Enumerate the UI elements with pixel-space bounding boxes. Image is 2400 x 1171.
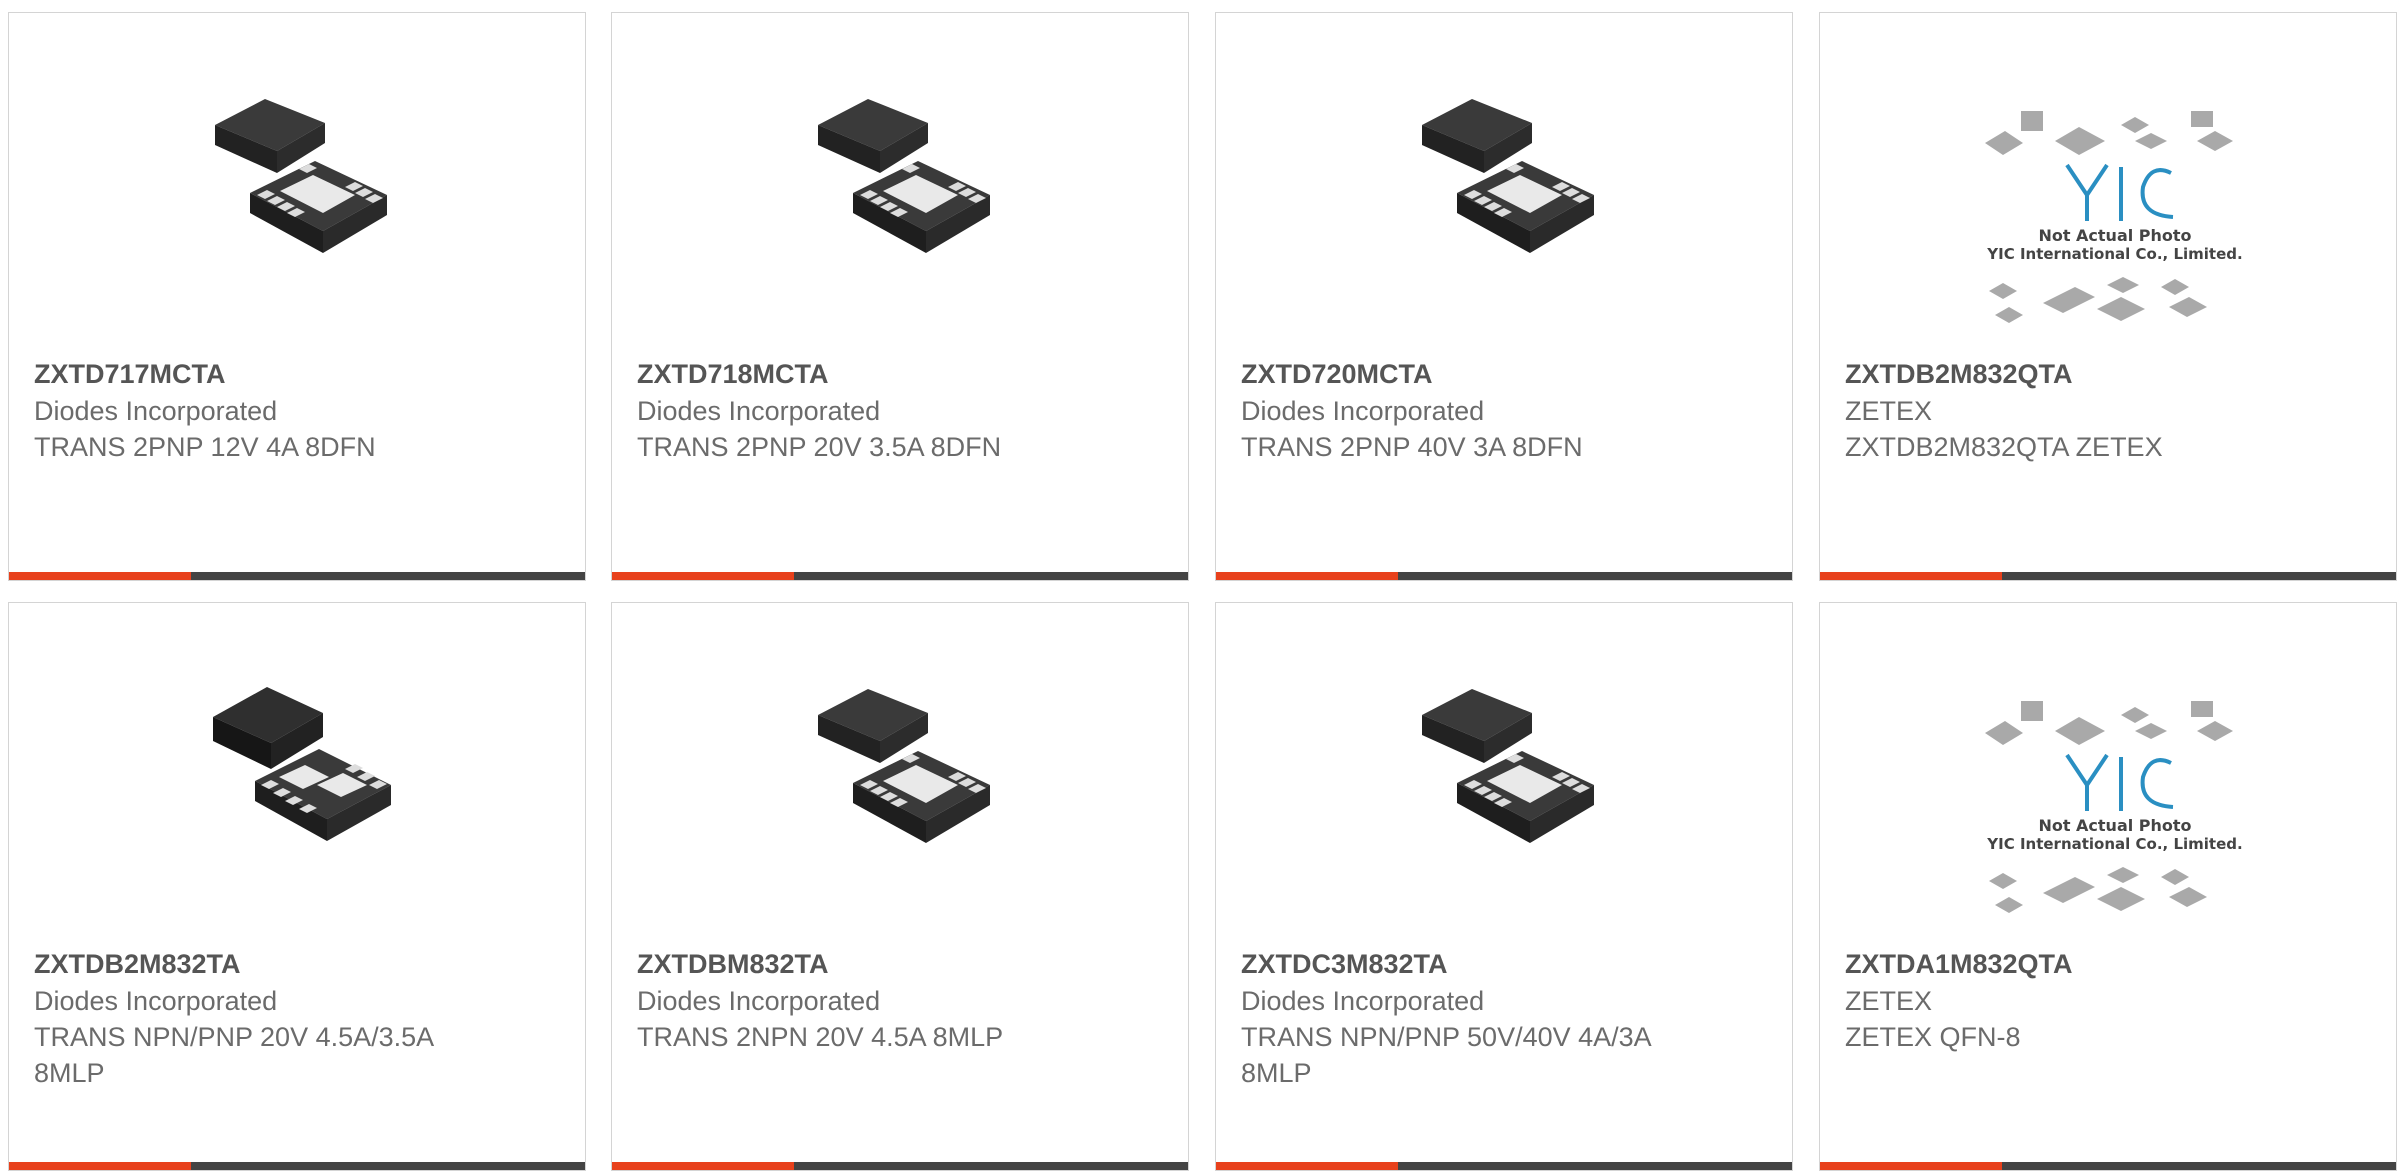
placeholder-photo-icon: Not Actual Photo YIC International Co., …	[1985, 701, 2243, 913]
product-card[interactable]: ZXTDBM832TA Diodes Incorporated TRANS 2NPN…	[611, 602, 1189, 1171]
product-image[interactable]	[1216, 13, 1792, 343]
card-accent-bar	[612, 1162, 794, 1170]
description: TRANS 2PNP 20V 3.5A 8DFN	[637, 432, 1002, 462]
card-bottom-bar	[1216, 572, 1792, 580]
manufacturer: ZETEX	[1845, 986, 1933, 1016]
dfn-package-icon	[1422, 99, 1594, 253]
description: TRANS NPN/PNP 20V 4.5A/3.5A 8MLP	[34, 1022, 433, 1088]
part-number[interactable]: ZXTD717MCTA	[34, 355, 560, 393]
dfn-package-icon	[215, 99, 387, 253]
product-info: ZXTDA1M832QTA ZETEX ZETEX QFN-8	[1845, 945, 2371, 1055]
mlp-package-icon	[213, 687, 391, 841]
card-accent-bar	[9, 572, 191, 580]
manufacturer: Diodes Incorporated	[637, 396, 881, 426]
product-card[interactable]: ZXTD720MCTA Diodes Incorporated TRANS 2PNP…	[1215, 12, 1793, 581]
part-number[interactable]: ZXTDC3M832TA	[1241, 945, 1767, 983]
product-image[interactable]: Not Actual Photo YIC International Co., …	[1820, 603, 2396, 933]
part-number[interactable]: ZXTD720MCTA	[1241, 355, 1767, 393]
manufacturer: Diodes Incorporated	[1241, 986, 1485, 1016]
dfn-package-icon	[818, 689, 990, 843]
manufacturer: Diodes Incorporated	[34, 986, 278, 1016]
part-number[interactable]: ZXTD718MCTA	[637, 355, 1163, 393]
description: TRANS NPN/PNP 50V/40V 4A/3A 8MLP	[1241, 1022, 1651, 1088]
product-info: ZXTD718MCTA Diodes Incorporated TRANS 2PNP…	[637, 355, 1163, 465]
manufacturer: Diodes Incorporated	[637, 986, 881, 1016]
card-bottom-bar	[612, 572, 1188, 580]
product-image[interactable]	[9, 603, 585, 933]
placeholder-photo-icon: Not Actual Photo YIC International Co., …	[1985, 111, 2243, 323]
product-card[interactable]: ZXTD718MCTA Diodes Incorporated TRANS 2PNP…	[611, 12, 1189, 581]
card-bottom-bar	[9, 1162, 585, 1170]
part-number[interactable]: ZXTDBM832TA	[637, 945, 1163, 983]
card-accent-bar	[1216, 1162, 1398, 1170]
product-image[interactable]	[612, 13, 1188, 343]
manufacturer: Diodes Incorporated	[1241, 396, 1485, 426]
card-bottom-bar	[1216, 1162, 1792, 1170]
product-card[interactable]: ZXTD717MCTA Diodes Incorporated TRANS 2PNP…	[8, 12, 586, 581]
product-card[interactable]: ZXTDB2M832TA Diodes Incorporated TRANS NPN…	[8, 602, 586, 1171]
part-number[interactable]: ZXTDB2M832QTA	[1845, 355, 2371, 393]
placeholder-caption-line2: YIC International Co., Limited.	[1986, 245, 2242, 263]
product-image[interactable]	[612, 603, 1188, 933]
card-accent-bar	[1820, 572, 2002, 580]
product-info: ZXTD720MCTA Diodes Incorporated TRANS 2PNP…	[1241, 355, 1767, 465]
manufacturer: Diodes Incorporated	[34, 396, 278, 426]
part-number[interactable]: ZXTDB2M832TA	[34, 945, 560, 983]
product-card[interactable]: Not Actual Photo YIC International Co., …	[1819, 12, 2397, 581]
card-bottom-bar	[1820, 572, 2396, 580]
product-image[interactable]	[9, 13, 585, 343]
product-card[interactable]: Not Actual Photo YIC International Co., …	[1819, 602, 2397, 1171]
description: ZETEX QFN-8	[1845, 1022, 2021, 1052]
card-accent-bar	[1216, 572, 1398, 580]
description: TRANS 2PNP 40V 3A 8DFN	[1241, 432, 1583, 462]
dfn-package-icon	[1422, 689, 1594, 843]
product-info: ZXTDB2M832QTA ZETEX ZXTDB2M832QTA ZETEX	[1845, 355, 2371, 465]
product-card[interactable]: ZXTDC3M832TA Diodes Incorporated TRANS NPN…	[1215, 602, 1793, 1171]
card-bottom-bar	[9, 572, 585, 580]
card-accent-bar	[1820, 1162, 2002, 1170]
product-info: ZXTD717MCTA Diodes Incorporated TRANS 2PNP…	[34, 355, 560, 465]
description: ZXTDB2M832QTA ZETEX	[1845, 432, 2163, 462]
dfn-package-icon	[818, 99, 990, 253]
description: TRANS 2PNP 12V 4A 8DFN	[34, 432, 376, 462]
product-info: ZXTDBM832TA Diodes Incorporated TRANS 2NPN…	[637, 945, 1163, 1055]
description: TRANS 2NPN 20V 4.5A 8MLP	[637, 1022, 1004, 1052]
product-grid: ZXTD717MCTA Diodes Incorporated TRANS 2PNP…	[0, 0, 2400, 1171]
part-number[interactable]: ZXTDA1M832QTA	[1845, 945, 2371, 983]
product-info: ZXTDC3M832TA Diodes Incorporated TRANS NPN…	[1241, 945, 1767, 1091]
card-bottom-bar	[1820, 1162, 2396, 1170]
placeholder-caption-line2: YIC International Co., Limited.	[1986, 835, 2242, 853]
card-accent-bar	[9, 1162, 191, 1170]
placeholder-caption-line1: Not Actual Photo	[2038, 816, 2191, 835]
product-image[interactable]	[1216, 603, 1792, 933]
manufacturer: ZETEX	[1845, 396, 1933, 426]
placeholder-caption-line1: Not Actual Photo	[2038, 226, 2191, 245]
product-info: ZXTDB2M832TA Diodes Incorporated TRANS NPN…	[34, 945, 560, 1091]
product-image[interactable]: Not Actual Photo YIC International Co., …	[1820, 13, 2396, 343]
card-accent-bar	[612, 572, 794, 580]
card-bottom-bar	[612, 1162, 1188, 1170]
